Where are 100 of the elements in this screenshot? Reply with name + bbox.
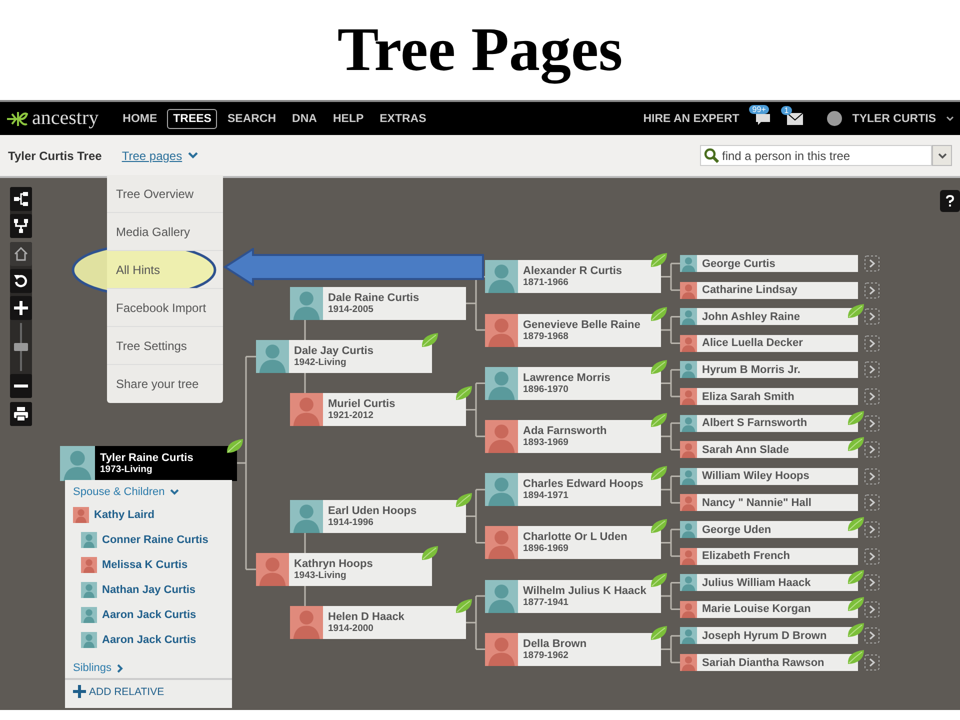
menu-item[interactable]: Facebook Import bbox=[107, 289, 223, 327]
person-card[interactable]: Ada Farnsworth 1893-1969 bbox=[485, 420, 661, 453]
chevron-down-icon[interactable] bbox=[188, 152, 198, 159]
caret-icon[interactable] bbox=[946, 116, 954, 122]
nav-link[interactable]: HOME bbox=[116, 108, 164, 128]
person-card[interactable]: Joseph Hyrum D Brown bbox=[680, 627, 858, 644]
help-icon[interactable] bbox=[940, 190, 960, 212]
leaf-hint-icon[interactable] bbox=[649, 464, 669, 482]
chevron-right-icon[interactable] bbox=[116, 664, 123, 672]
expand-chevron-icon[interactable] bbox=[864, 334, 880, 352]
expand-chevron-icon[interactable] bbox=[864, 414, 880, 432]
person-card[interactable]: William Wiley Hoops bbox=[680, 468, 858, 485]
person-card[interactable]: Muriel Curtis 1921-2012 bbox=[290, 393, 466, 426]
leaf-hint-icon[interactable] bbox=[420, 331, 440, 350]
expand-chevron-icon[interactable] bbox=[864, 548, 880, 565]
person-card[interactable]: Wilhelm Julius K Haack 1877-1941 bbox=[485, 580, 661, 612]
person-card[interactable]: Sariah Diantha Rawson bbox=[680, 654, 858, 671]
tree-pages-link[interactable]: Tree pages bbox=[122, 148, 182, 162]
mail-icon[interactable] bbox=[787, 112, 804, 124]
home-icon[interactable] bbox=[10, 242, 32, 266]
expand-chevron-icon[interactable] bbox=[864, 600, 880, 618]
person-card[interactable]: Eliza Sarah Smith bbox=[680, 388, 858, 405]
refresh-icon[interactable] bbox=[10, 269, 32, 293]
nav-link[interactable]: HELP bbox=[326, 108, 370, 128]
leaf-hint-icon[interactable] bbox=[649, 624, 669, 642]
expand-chevron-icon[interactable] bbox=[864, 361, 880, 378]
ancestry-logo[interactable]: ancestry bbox=[32, 107, 99, 130]
avatar-icon[interactable] bbox=[827, 111, 842, 126]
nav-link[interactable]: SEARCH bbox=[221, 108, 282, 128]
expand-chevron-icon[interactable] bbox=[864, 654, 880, 671]
menu-item[interactable]: Tree Overview bbox=[107, 175, 223, 213]
chat-bubble-icon[interactable] bbox=[755, 112, 772, 126]
nav-link[interactable]: EXTRAS bbox=[374, 108, 432, 128]
leaf-hint-icon[interactable] bbox=[846, 594, 866, 613]
person-card[interactable]: Charlotte Or L Uden 1896-1969 bbox=[485, 526, 661, 560]
child-link[interactable]: Conner Raine Curtis bbox=[102, 534, 208, 546]
expand-chevron-icon[interactable] bbox=[864, 282, 880, 299]
expand-chevron-icon[interactable] bbox=[864, 627, 880, 644]
zoom-in-icon[interactable] bbox=[10, 296, 32, 320]
zoom-out-icon[interactable] bbox=[10, 374, 32, 398]
person-card[interactable]: Julius William Haack bbox=[680, 574, 858, 592]
person-card[interactable]: George Uden bbox=[680, 521, 858, 538]
pedigree-view-icon[interactable] bbox=[10, 187, 32, 211]
person-card[interactable]: Nancy " Nannie" Hall bbox=[680, 494, 858, 512]
expand-chevron-icon[interactable] bbox=[864, 308, 880, 326]
leaf-hint-icon[interactable] bbox=[846, 515, 866, 533]
hire-expert-link[interactable]: HIRE AN EXPERT bbox=[637, 108, 746, 128]
child-link[interactable]: Aaron Jack Curtis bbox=[102, 634, 196, 646]
leaf-hint-icon[interactable] bbox=[225, 436, 245, 454]
person-card[interactable]: Catharine Lindsay bbox=[680, 282, 858, 299]
expand-chevron-icon[interactable] bbox=[864, 388, 880, 405]
add-relative-link[interactable]: ADD RELATIVE bbox=[73, 685, 164, 698]
menu-item[interactable]: Media Gallery bbox=[107, 213, 223, 251]
expand-chevron-icon[interactable] bbox=[864, 468, 880, 485]
person-card[interactable]: Helen D Haack 1914-2000 bbox=[290, 606, 466, 640]
menu-item[interactable]: Tree Settings bbox=[107, 327, 223, 365]
person-card[interactable]: Sarah Ann Slade bbox=[680, 441, 858, 458]
person-card[interactable]: Marie Louise Korgan bbox=[680, 600, 858, 618]
user-menu[interactable]: TYLER CURTIS bbox=[846, 108, 942, 128]
leaf-hint-icon[interactable] bbox=[454, 490, 474, 509]
chevron-down-icon[interactable] bbox=[170, 489, 179, 495]
print-icon[interactable] bbox=[10, 402, 32, 426]
person-card[interactable]: Hyrum B Morris Jr. bbox=[680, 361, 858, 378]
nav-link[interactable]: DNA bbox=[286, 108, 323, 128]
leaf-hint-icon[interactable] bbox=[846, 621, 866, 640]
menu-item[interactable]: Share your tree bbox=[107, 365, 223, 403]
expand-chevron-icon[interactable] bbox=[864, 494, 880, 512]
person-card[interactable]: John Ashley Raine bbox=[680, 308, 858, 326]
leaf-hint-icon[interactable] bbox=[454, 597, 474, 616]
person-card[interactable]: Genevieve Belle Raine 1879-1968 bbox=[485, 314, 661, 346]
expand-chevron-icon[interactable] bbox=[864, 441, 880, 458]
search-field[interactable]: find a person in this tree bbox=[700, 145, 932, 166]
leaf-hint-icon[interactable] bbox=[846, 302, 866, 320]
spouse-children-toggle[interactable]: Spouse & Children bbox=[73, 486, 165, 498]
person-card[interactable]: Tyler Raine Curtis 1973-Living bbox=[60, 446, 237, 480]
child-link[interactable]: Aaron Jack Curtis bbox=[102, 608, 196, 620]
person-card[interactable]: George Curtis bbox=[680, 255, 858, 272]
family-view-icon[interactable] bbox=[10, 214, 32, 238]
leaf-hint-icon[interactable] bbox=[846, 435, 866, 454]
person-card[interactable]: Alice Luella Decker bbox=[680, 334, 858, 352]
child-link[interactable]: Melissa K Curtis bbox=[102, 558, 188, 570]
expand-chevron-icon[interactable] bbox=[864, 574, 880, 592]
person-card[interactable]: Alexander R Curtis 1871-1966 bbox=[485, 260, 661, 294]
leaf-hint-icon[interactable] bbox=[649, 517, 669, 536]
person-card[interactable]: Albert S Farnsworth bbox=[680, 414, 858, 432]
person-card[interactable]: Dale Raine Curtis 1914-2005 bbox=[290, 286, 466, 320]
person-card[interactable]: Lawrence Morris 1896-1970 bbox=[485, 366, 661, 400]
nav-link[interactable]: TREES bbox=[167, 108, 218, 128]
leaf-hint-icon[interactable] bbox=[649, 410, 669, 429]
child-link[interactable]: Nathan Jay Curtis bbox=[102, 584, 196, 596]
leaf-hint-icon[interactable] bbox=[649, 304, 669, 322]
leaf-hint-icon[interactable] bbox=[454, 384, 474, 402]
expand-chevron-icon[interactable] bbox=[864, 521, 880, 538]
expand-chevron-icon[interactable] bbox=[864, 255, 880, 272]
person-card[interactable]: Earl Uden Hoops 1914-1996 bbox=[290, 500, 466, 533]
person-card[interactable]: Charles Edward Hoops 1894-1971 bbox=[485, 473, 661, 506]
person-card[interactable]: Della Brown 1879-1962 bbox=[485, 632, 661, 666]
leaf-hint-icon[interactable] bbox=[649, 358, 669, 376]
siblings-toggle[interactable]: Siblings bbox=[73, 662, 112, 674]
leaf-hint-icon[interactable] bbox=[846, 648, 866, 666]
